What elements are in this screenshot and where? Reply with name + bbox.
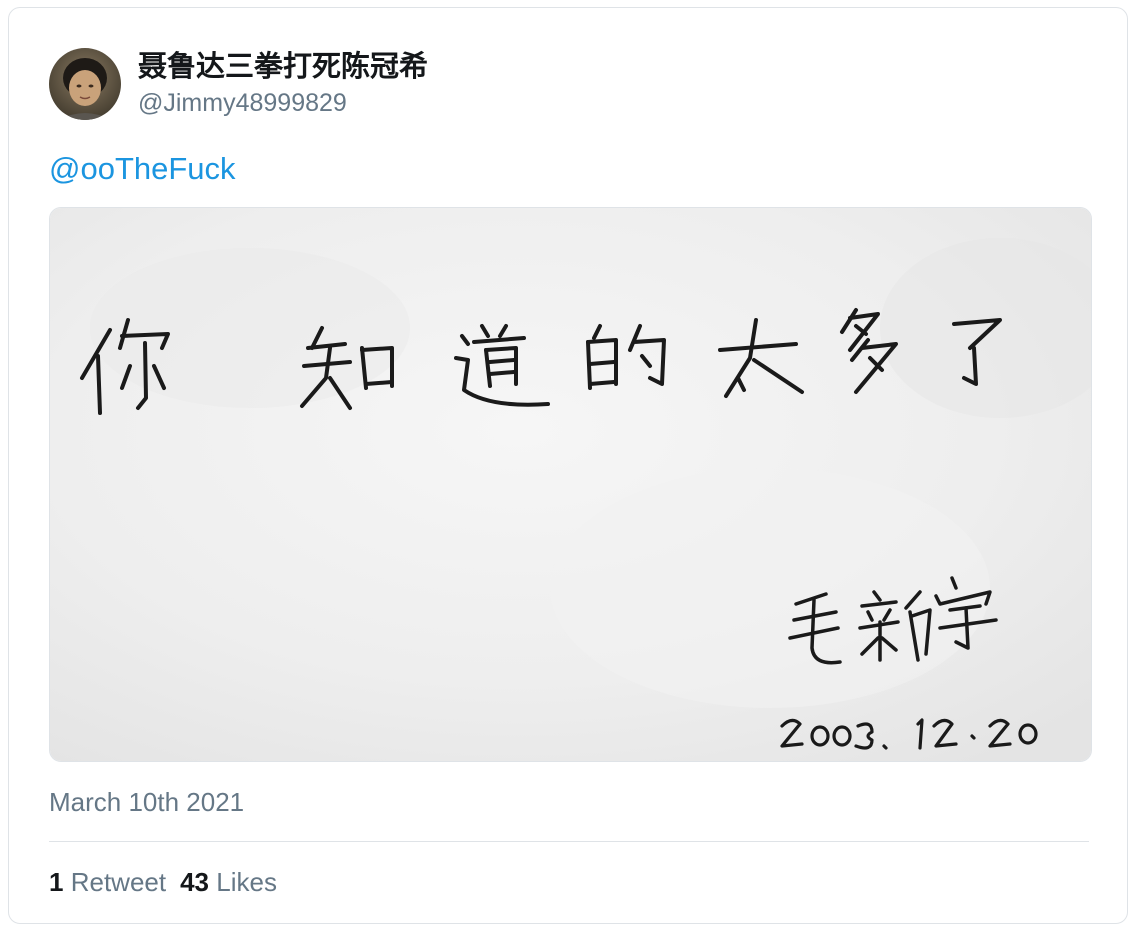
avatar[interactable] xyxy=(49,48,121,120)
author-handle[interactable]: @Jimmy48999829 xyxy=(138,87,347,119)
avatar-image xyxy=(49,48,121,120)
tweet-image[interactable] xyxy=(49,207,1092,762)
likes-count: 43 xyxy=(180,867,210,897)
likes-stat[interactable]: 43 Likes xyxy=(180,867,277,897)
divider xyxy=(49,841,1089,842)
tweet-card: 聂鲁达三拳打死陈冠希 @Jimmy48999829 @ooTheFuck Mar… xyxy=(8,7,1128,924)
mention-link[interactable]: @ooTheFuck xyxy=(49,149,236,189)
tweet-stats: 1 Retweet 43 Likes xyxy=(49,865,277,899)
handwritten-note-image xyxy=(50,208,1091,761)
tweet-timestamp[interactable]: March 10th 2021 xyxy=(49,785,244,819)
likes-label: Likes xyxy=(216,867,277,897)
retweets-stat[interactable]: 1 Retweet xyxy=(49,867,166,897)
retweets-label: Retweet xyxy=(70,867,167,897)
retweets-count: 1 xyxy=(49,867,64,897)
author-name[interactable]: 聂鲁达三拳打死陈冠希 xyxy=(138,46,428,86)
